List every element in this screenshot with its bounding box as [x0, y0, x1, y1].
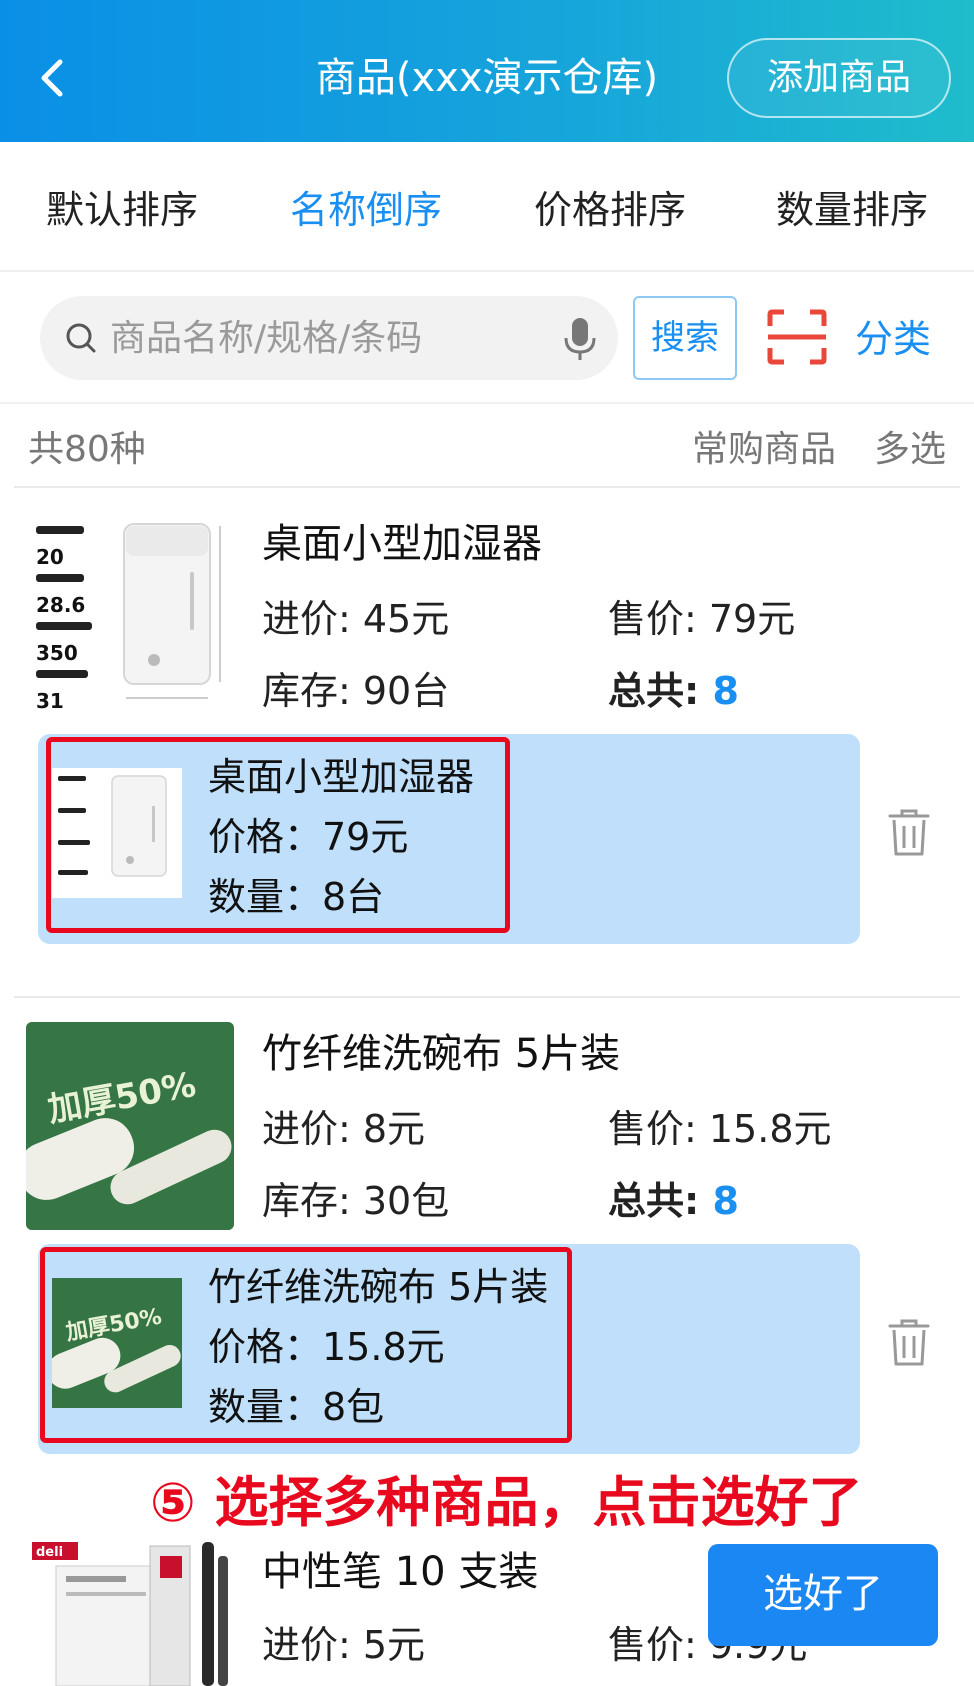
selected-item-name: 桌面小型加湿器 — [208, 755, 475, 799]
selected-item-price: 价格：15.8元 — [208, 1325, 445, 1369]
sort-quantity-tab[interactable]: 数量排序 — [730, 184, 974, 236]
divider — [14, 486, 960, 488]
product-item[interactable]: 加厚50% 竹纤维洗碗布 5片装 进价: 8元 售价: 15.8元 库存: 30… — [0, 1010, 974, 1470]
selected-item-card[interactable]: 桌面小型加湿器 价格：79元 数量：8台 — [38, 734, 860, 944]
product-count: 共80种 — [28, 429, 146, 470]
thumb-spec-label: 31 — [36, 689, 64, 713]
selected-item-quantity: 数量：8包 — [208, 1385, 385, 1429]
product-name: 中性笔 10 支装 — [262, 1549, 539, 1595]
search-icon — [62, 316, 102, 364]
dishcloth-image: 加厚50% — [17, 1022, 234, 1230]
thumb-brand-label: deli — [36, 1545, 63, 1560]
trash-icon[interactable] — [886, 1316, 932, 1372]
trash-icon[interactable] — [886, 806, 932, 862]
search-box — [40, 296, 618, 380]
dishcloth-thumbnail: 加厚50% — [47, 1278, 182, 1408]
humidifier-image: 20 28.6 350 31 — [26, 512, 234, 720]
total-value: 8 — [712, 1179, 739, 1223]
microphone-icon[interactable] — [560, 314, 600, 368]
sort-price-tab[interactable]: 价格排序 — [488, 184, 732, 236]
instruction-annotation: ⑤ 选择多种商品，点击选好了 — [150, 1471, 863, 1534]
cost-price: 进价: 5元 — [262, 1623, 426, 1667]
total-label: 总共: — [608, 1179, 713, 1223]
search-button[interactable]: 搜索 — [633, 296, 737, 380]
selected-item-quantity: 数量：8台 — [208, 875, 385, 919]
thumb-spec-label: 28.6 — [36, 593, 85, 617]
sort-default-tab[interactable]: 默认排序 — [0, 184, 244, 236]
total-selected: 总共: 8 — [608, 664, 739, 718]
add-product-button[interactable]: 添加商品 — [727, 38, 951, 118]
sort-name-desc-tab[interactable]: 名称倒序 — [244, 184, 488, 236]
product-name: 桌面小型加湿器 — [262, 521, 542, 567]
sale-price: 售价: 79元 — [608, 597, 796, 641]
cost-price: 进价: 8元 — [262, 1107, 426, 1151]
list-header: 共80种 常购商品 多选 — [0, 404, 974, 488]
category-button[interactable]: 分类 — [855, 308, 931, 370]
frequent-products-button[interactable]: 常购商品 — [692, 420, 836, 472]
stock-quantity: 库存: 90台 — [262, 669, 450, 713]
thumb-spec-label: 350 — [36, 641, 78, 665]
divider — [14, 996, 960, 998]
thumb-spec-label: 20 — [36, 545, 64, 569]
stock-quantity: 库存: 30包 — [262, 1179, 450, 1223]
product-name: 竹纤维洗碗布 5片装 — [262, 1031, 621, 1077]
cost-price: 进价: 45元 — [262, 597, 450, 641]
scan-barcode-icon[interactable] — [766, 308, 828, 370]
product-item[interactable]: 20 28.6 350 31 桌面小型加湿器 进价: 45元 售价: 79元 库… — [0, 500, 974, 990]
selected-item-name: 竹纤维洗碗布 5片装 — [208, 1265, 549, 1309]
done-selecting-button[interactable]: 选好了 — [708, 1544, 938, 1646]
search-input[interactable] — [110, 296, 550, 380]
total-label: 总共: — [608, 669, 713, 713]
humidifier-thumbnail — [52, 768, 182, 898]
multi-select-button[interactable]: 多选 — [874, 420, 946, 472]
total-selected: 总共: 8 — [608, 1174, 739, 1228]
sort-bar: 默认排序 名称倒序 价格排序 数量排序 — [0, 142, 974, 272]
selected-item-card[interactable]: 加厚50% 竹纤维洗碗布 5片装 价格：15.8元 数量：8包 — [38, 1244, 860, 1454]
search-row: 搜索 分类 — [0, 272, 974, 404]
pen-box-image: deli — [26, 1536, 234, 1686]
app-header: 商品(xxx演示仓库) 添加商品 — [0, 0, 974, 142]
total-value: 8 — [712, 669, 739, 713]
selected-item-price: 价格：79元 — [208, 815, 409, 859]
sale-price: 售价: 15.8元 — [608, 1107, 832, 1151]
